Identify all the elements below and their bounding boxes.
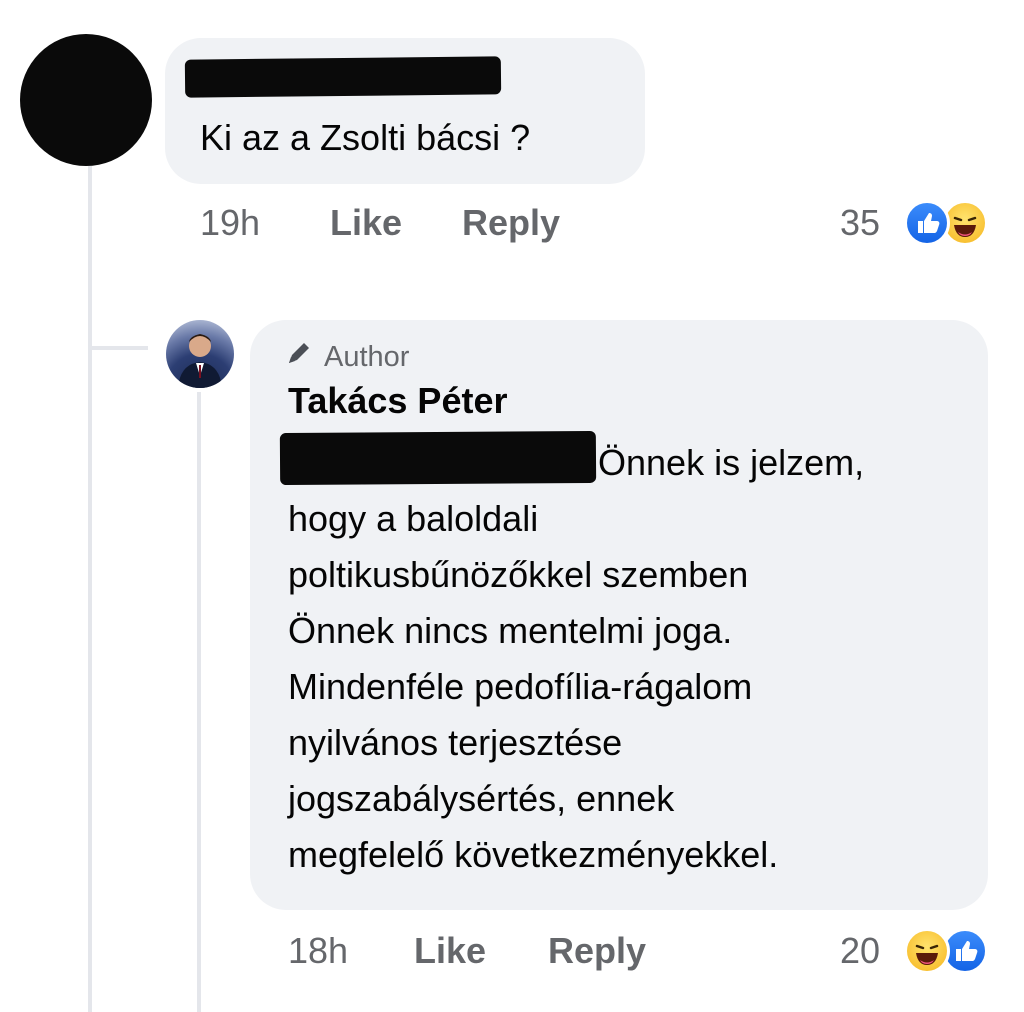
reply-text-line: poltikusbűnözőkkel szemben bbox=[288, 554, 749, 595]
reply-text-line: hogy a baloldali bbox=[288, 498, 539, 539]
reply-text-line: megfelelő következményekkel. bbox=[288, 834, 779, 875]
thread-elbow bbox=[88, 346, 148, 350]
author-avatar[interactable] bbox=[166, 320, 234, 388]
reply-text-line: jogszabálysértés, ennek bbox=[288, 778, 675, 819]
reply-timestamp[interactable]: 18h bbox=[288, 930, 348, 972]
reply-button[interactable]: Reply bbox=[462, 202, 560, 244]
reaction-count[interactable]: 20 bbox=[840, 930, 880, 972]
thread-line bbox=[88, 166, 92, 1012]
comment-timestamp[interactable]: 19h bbox=[200, 202, 260, 244]
reply-text-line: Önnek is jelzem, bbox=[598, 442, 865, 483]
reply-text-line: nyilvános terjesztése bbox=[288, 722, 623, 763]
author-badge-label: Author bbox=[324, 340, 410, 373]
comment-text: Ki az a Zsolti bácsi ? bbox=[200, 117, 531, 158]
reaction-count[interactable]: 35 bbox=[840, 202, 880, 244]
reply-text-line: Önnek nincs mentelmi joga. bbox=[288, 610, 733, 651]
reply-thread-line bbox=[197, 392, 201, 1012]
author-badge: Author bbox=[284, 338, 409, 376]
like-icon[interactable] bbox=[904, 200, 950, 246]
reply-text-line: Mindenféle pedofília-rágalom bbox=[288, 666, 753, 707]
author-name[interactable]: Takács Péter bbox=[288, 380, 507, 422]
pencil-icon bbox=[284, 338, 314, 376]
like-button[interactable]: Like bbox=[330, 202, 402, 244]
redacted-mention bbox=[279, 430, 597, 486]
reply-button[interactable]: Reply bbox=[548, 930, 646, 972]
like-button[interactable]: Like bbox=[414, 930, 486, 972]
redacted-name bbox=[184, 56, 502, 98]
redacted-avatar[interactable] bbox=[20, 34, 152, 166]
haha-icon[interactable] bbox=[904, 928, 950, 974]
